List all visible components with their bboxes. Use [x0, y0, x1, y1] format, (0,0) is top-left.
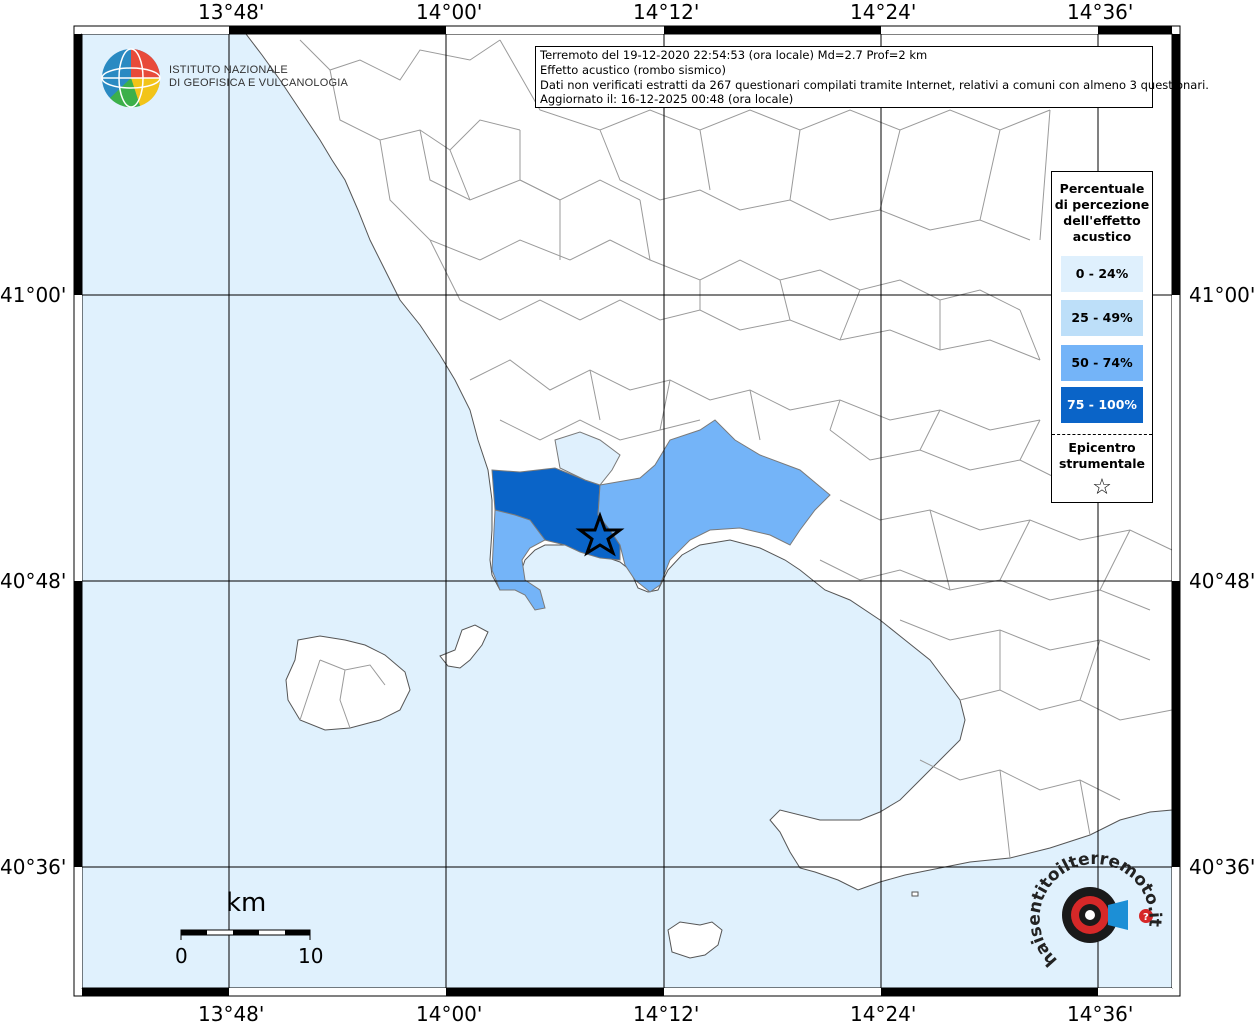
tick-left-1: 41°00'	[0, 283, 67, 307]
map-page: ? haisentitoilterremoto.it 13°48' 14°00'…	[0, 0, 1254, 1026]
legend-star-icon: ☆	[1092, 475, 1112, 500]
tick-top-3: 14°12'	[633, 0, 700, 24]
legend-item-50-74: 50 - 74%	[1061, 345, 1143, 381]
tick-top-4: 14°24'	[850, 0, 917, 24]
logo-line-2: DI GEOFISICA E VULCANOLOGIA	[169, 77, 348, 89]
tick-top-2: 14°00'	[416, 0, 483, 24]
legend-title: Percentuale di percezione dell'effetto a…	[1052, 181, 1152, 245]
legend-title-line-2: di percezione	[1054, 197, 1150, 212]
event-info-box: Terremoto del 19-12-2020 22:54:53 (ora l…	[535, 46, 1209, 108]
legend-title-line-1: Percentuale	[1059, 181, 1145, 196]
tick-right-2: 40°48'	[1189, 569, 1254, 593]
scale-unit: km	[226, 888, 267, 918]
legend-separator	[1052, 434, 1152, 435]
event-info-line-2: Effetto acustico (rombo sismico)	[540, 62, 726, 77]
event-info-line-4: Aggiornato il: 16-12-2025 00:48 (ora loc…	[540, 92, 794, 107]
tick-bottom-2: 14°00'	[416, 1002, 483, 1026]
logo-line-1: ISTITUTO NAZIONALE	[169, 64, 288, 76]
tick-right-1: 41°00'	[1189, 283, 1254, 307]
tick-bottom-3: 14°12'	[633, 1002, 700, 1026]
legend: Percentuale di percezione dell'effetto a…	[1051, 171, 1153, 503]
watermark-svg: haisentitoilterremoto.it	[1025, 849, 1165, 970]
legend-item-25-49: 25 - 49%	[1061, 300, 1143, 336]
scale-end: 10	[298, 944, 324, 968]
tick-left-3: 40°36'	[0, 855, 67, 879]
tick-right-3: 40°36'	[1189, 855, 1254, 879]
scale-start: 0	[175, 944, 188, 968]
legend-item-75-100: 75 - 100%	[1061, 387, 1143, 423]
legend-title-line-3: dell'effetto	[1063, 213, 1141, 228]
event-info-line-3: Dati non verificati estratti da 267 ques…	[540, 77, 1209, 92]
tick-top-5: 14°36'	[1067, 0, 1134, 24]
tick-left-2: 40°48'	[0, 569, 67, 593]
legend-epicenter-label: Epicentro strumentale	[1052, 440, 1152, 472]
tick-top-1: 13°48'	[198, 0, 265, 24]
tick-bottom-1: 13°48'	[198, 1002, 265, 1026]
event-info-line-1: Terremoto del 19-12-2020 22:54:53 (ora l…	[540, 48, 928, 62]
tick-bottom-5: 14°36'	[1067, 1002, 1134, 1026]
legend-item-0-24: 0 - 24%	[1061, 256, 1143, 292]
tick-bottom-4: 14°24'	[850, 1002, 917, 1026]
watermark-text: haisentitoilterremoto.it	[1025, 849, 1165, 970]
legend-epicenter-line-2: strumentale	[1058, 456, 1146, 471]
legend-title-line-4: acustico	[1072, 229, 1132, 244]
ingv-logo-text: ISTITUTO NAZIONALE DI GEOFISICA E VULCAN…	[169, 64, 348, 90]
legend-epicenter-line-1: Epicentro	[1068, 440, 1136, 455]
